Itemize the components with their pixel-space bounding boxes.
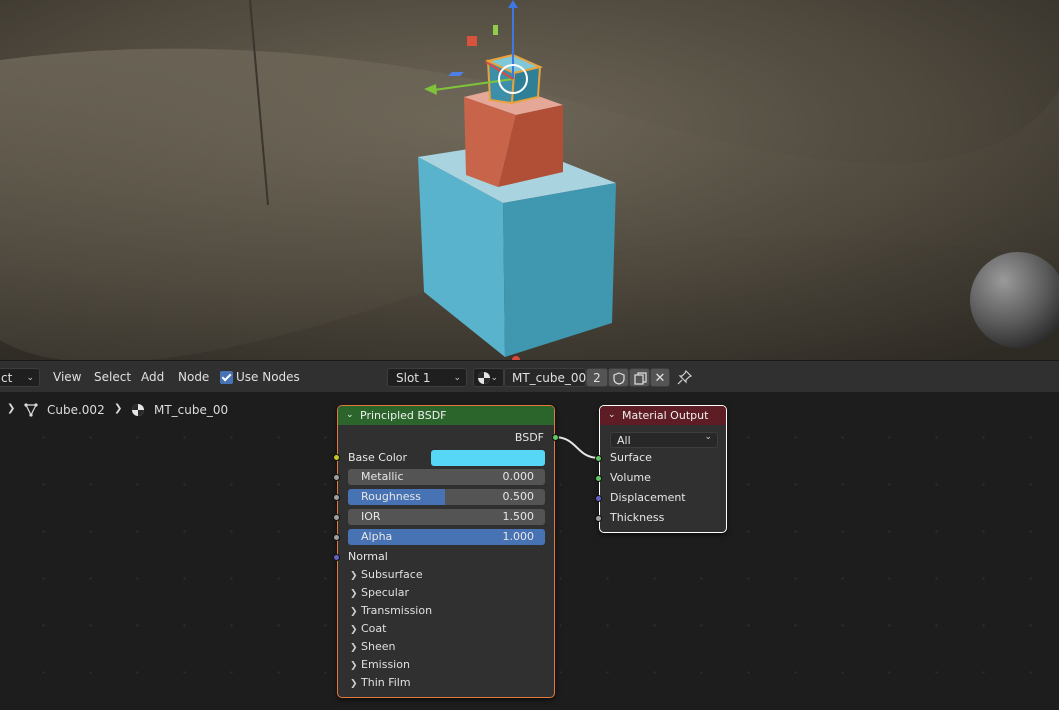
- chevron-right-icon: ❯: [350, 625, 358, 635]
- volume-socket[interactable]: [595, 475, 602, 482]
- unlink-material-button[interactable]: ✕: [650, 368, 670, 387]
- material-output-title: Material Output: [622, 409, 709, 422]
- duplicate-icon: [634, 372, 647, 385]
- 3d-viewport[interactable]: [0, 0, 1059, 360]
- chevron-right-icon: ❯: [350, 643, 358, 653]
- ior-field[interactable]: IOR 1.500: [348, 509, 545, 525]
- panel-specular-label: Specular: [361, 586, 410, 599]
- user-count-button[interactable]: 2: [586, 368, 608, 387]
- chevron-right-icon: ❯: [350, 679, 358, 689]
- roughness-label: Roughness: [361, 490, 422, 503]
- alpha-label: Alpha: [361, 530, 393, 543]
- chevron-right-icon: ❯: [350, 661, 358, 671]
- chevron-down-icon: ⌄: [346, 410, 354, 420]
- thickness-label: Thickness: [610, 511, 665, 524]
- editor-mode-dropdown[interactable]: ct ⌄: [0, 368, 40, 387]
- viewport-scene[interactable]: [0, 0, 1059, 360]
- panel-coat[interactable]: ❯ Coat: [350, 622, 386, 635]
- alpha-value: 1.000: [502, 530, 535, 543]
- chevron-right-icon: ❯: [7, 403, 16, 414]
- shield-icon: [613, 372, 625, 385]
- principled-bsdf-title: Principled BSDF: [360, 409, 447, 422]
- alpha-field[interactable]: Alpha 1.000: [348, 529, 545, 545]
- roughness-value: 0.500: [502, 490, 535, 503]
- surface-label: Surface: [610, 451, 652, 464]
- principled-bsdf-node[interactable]: ⌄ Principled BSDF BSDF Base Color Metall…: [333, 405, 559, 698]
- menu-node[interactable]: Node: [178, 368, 209, 387]
- material-sphere-icon: [478, 372, 490, 384]
- normal-label: Normal: [348, 550, 388, 563]
- menu-view[interactable]: View: [53, 368, 81, 387]
- chevron-right-icon: ❯: [350, 571, 358, 581]
- mesh-icon: [24, 403, 38, 417]
- volume-label: Volume: [610, 471, 651, 484]
- use-nodes-label[interactable]: Use Nodes: [236, 368, 300, 387]
- panel-coat-label: Coat: [361, 622, 387, 635]
- use-nodes-checkbox[interactable]: [220, 371, 233, 384]
- material-sphere-icon: [132, 404, 144, 416]
- fake-user-button[interactable]: [608, 368, 629, 387]
- chevron-right-icon: ❯: [114, 403, 123, 414]
- slot-dropdown[interactable]: Slot 1 ⌄: [387, 368, 467, 387]
- menu-add[interactable]: Add: [141, 368, 164, 387]
- chevron-down-icon: ⌄: [608, 410, 616, 420]
- node-editor-header: ct ⌄ View Select Add Node Use Nodes Slot…: [0, 360, 1059, 392]
- roughness-socket[interactable]: [333, 494, 340, 501]
- alpha-socket[interactable]: [333, 534, 340, 541]
- panel-sheen-label: Sheen: [361, 640, 396, 653]
- base-color-socket[interactable]: [333, 454, 340, 461]
- material-output-header[interactable]: ⌄ Material Output: [600, 406, 726, 425]
- bsdf-output-label: BSDF: [514, 431, 544, 444]
- chevron-down-icon: ⌄: [704, 432, 712, 442]
- metallic-field[interactable]: Metallic 0.000: [348, 469, 545, 485]
- metallic-label: Metallic: [361, 470, 404, 483]
- panel-subsurface-label: Subsurface: [361, 568, 423, 581]
- panel-specular[interactable]: ❯ Specular: [350, 586, 409, 599]
- duplicate-material-button[interactable]: [629, 368, 650, 387]
- surface-socket[interactable]: [595, 455, 602, 462]
- target-value: All: [617, 434, 631, 447]
- metallic-socket[interactable]: [333, 474, 340, 481]
- pin-icon[interactable]: [677, 369, 693, 385]
- panel-subsurface[interactable]: ❯ Subsurface: [350, 568, 423, 581]
- base-color-swatch[interactable]: [431, 450, 545, 466]
- panel-thin-film-label: Thin Film: [361, 676, 411, 689]
- material-name-field[interactable]: MT_cube_00: [504, 368, 586, 387]
- target-dropdown[interactable]: All ⌄: [610, 432, 718, 448]
- bsdf-output-socket[interactable]: [552, 434, 559, 441]
- menu-select[interactable]: Select: [94, 368, 131, 387]
- panel-emission[interactable]: ❯ Emission: [350, 658, 410, 671]
- breadcrumb-object[interactable]: Cube.002: [47, 403, 105, 417]
- panel-transmission-label: Transmission: [361, 604, 433, 617]
- material-browse-button[interactable]: ⌄: [473, 368, 504, 387]
- chevron-right-icon: ❯: [350, 589, 358, 599]
- slot-label: Slot 1: [396, 371, 431, 385]
- material-name: MT_cube_00: [512, 371, 587, 385]
- chevron-down-icon: ⌄: [26, 373, 34, 383]
- material-output-node[interactable]: ⌄ Material Output All ⌄ Surface Volume D…: [595, 405, 727, 533]
- ior-value: 1.500: [502, 510, 535, 523]
- panel-emission-label: Emission: [361, 658, 410, 671]
- roughness-field[interactable]: Roughness 0.500: [348, 489, 545, 505]
- breadcrumb-material[interactable]: MT_cube_00: [154, 403, 228, 417]
- chevron-down-icon: ⌄: [453, 373, 461, 383]
- node-editor-canvas[interactable]: ❯ Cube.002 ❯ MT_cube_00 ⌄ Principled BSD…: [0, 392, 1059, 710]
- displacement-label: Displacement: [610, 491, 686, 504]
- ior-socket[interactable]: [333, 514, 340, 521]
- displacement-socket[interactable]: [595, 495, 602, 502]
- normal-socket[interactable]: [333, 554, 340, 561]
- thickness-socket[interactable]: [595, 515, 602, 522]
- chevron-right-icon: ❯: [350, 607, 358, 617]
- user-count: 2: [593, 371, 601, 385]
- principled-bsdf-header[interactable]: ⌄ Principled BSDF: [338, 406, 554, 425]
- panel-sheen[interactable]: ❯ Sheen: [350, 640, 395, 653]
- base-color-label: Base Color: [348, 451, 408, 464]
- panel-transmission[interactable]: ❯ Transmission: [350, 604, 432, 617]
- panel-thin-film[interactable]: ❯ Thin Film: [350, 676, 411, 689]
- ior-label: IOR: [361, 510, 381, 523]
- close-icon: ✕: [654, 371, 666, 386]
- metallic-value: 0.000: [502, 470, 535, 483]
- editor-mode-label: ct: [1, 371, 13, 385]
- chevron-down-icon: ⌄: [490, 373, 498, 383]
